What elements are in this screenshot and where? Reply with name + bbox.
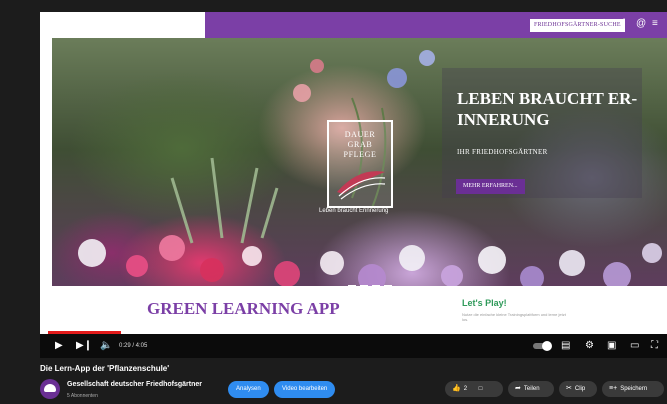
hero-subtitle: IHR FRIEDHOFSGÄRTNER xyxy=(457,148,548,156)
clip-label: Clip xyxy=(574,386,586,392)
channel-name[interactable]: Gesellschaft deutscher Friedhofsgärtner xyxy=(67,381,202,388)
learn-more-button: MEHR ERFAHREN... xyxy=(456,179,525,194)
save-label: Speichern xyxy=(620,386,648,392)
playlist-add-icon: ≡+ xyxy=(609,385,618,392)
lets-play-heading: Let's Play! xyxy=(462,298,507,308)
youtube-watch-page: FRIEDHOFSGÄRTNER-SUCHE f @ ≡ LEBEN BRAUC… xyxy=(0,0,667,404)
video-player[interactable]: FRIEDHOFSGÄRTNER-SUCHE f @ ≡ LEBEN BRAUC… xyxy=(40,12,667,358)
player-controls: ▶ ▶❙ 🔈 0:29 / 4:05 ▤ ⚙ ▣ ▭ ⛶ xyxy=(40,334,667,358)
autoplay-toggle[interactable] xyxy=(533,341,552,351)
gardener-search-button: FRIEDHOFSGÄRTNER-SUCHE xyxy=(530,19,625,32)
scissors-icon: ✂ xyxy=(566,385,572,392)
like-icon[interactable]: 👍 xyxy=(452,381,461,397)
logo-text: DAUER GRAB PFLEGE xyxy=(343,130,377,159)
like-count: 2 xyxy=(463,386,468,392)
miniplayer-icon[interactable]: ▣ xyxy=(607,339,616,353)
clip-button[interactable]: ✂ Clip xyxy=(559,381,597,397)
subtitles-icon[interactable]: ▤ xyxy=(561,339,570,353)
edit-video-button[interactable]: Video bearbeiten xyxy=(274,381,336,398)
slider-dot-1 xyxy=(348,285,356,286)
analytics-button[interactable]: Analysen xyxy=(228,381,269,398)
dauer-grab-pflege-logo: DAUER GRAB PFLEGE xyxy=(327,120,393,208)
app-title: GREEN LEARNING APP xyxy=(147,299,340,318)
like-dislike-group: 👍 2 □ xyxy=(445,381,503,397)
slider-dot-2 xyxy=(360,285,368,286)
subscriber-count: 5 Abonnenten xyxy=(67,393,98,399)
email-icon: @ xyxy=(636,18,647,29)
next-icon[interactable]: ▶❙ xyxy=(76,339,92,353)
leaf-swoosh-icon xyxy=(337,171,386,200)
menu-icon: ≡ xyxy=(652,18,658,29)
fullscreen-icon[interactable]: ⛶ xyxy=(651,339,658,353)
share-icon: ➦ xyxy=(515,385,521,392)
channel-avatar[interactable] xyxy=(40,379,60,399)
play-icon[interactable]: ▶ xyxy=(55,339,63,353)
video-title: Die Lern-App der 'Pflanzenschule' xyxy=(40,364,170,373)
site-topbar: FRIEDHOFSGÄRTNER-SUCHE f @ ≡ xyxy=(40,12,667,38)
facebook-icon: f xyxy=(622,18,625,29)
time-display: 0:29 / 4:05 xyxy=(119,343,148,349)
dislike-icon[interactable]: □ xyxy=(479,386,483,392)
share-label: Teilen xyxy=(523,386,540,392)
volume-icon[interactable]: 🔈 xyxy=(100,339,112,353)
hero-title: LEBEN BRAUCHT ER- INNERUNG xyxy=(457,89,638,129)
slider-dot-4 xyxy=(384,285,392,286)
lets-play-note: Nutze die einfache kleine Trainingsplatt… xyxy=(462,312,566,322)
logo-tagline: Leben braucht Erinnerung xyxy=(319,208,389,214)
share-button[interactable]: ➦ Teilen xyxy=(508,381,554,397)
video-frame: FRIEDHOFSGÄRTNER-SUCHE f @ ≡ LEBEN BRAUC… xyxy=(40,12,667,334)
save-button[interactable]: ≡+ Speichern xyxy=(602,381,664,397)
settings-icon[interactable]: ⚙ xyxy=(585,339,594,353)
hero-banner: LEBEN BRAUCHT ER- INNERUNG IHR FRIEDHOFS… xyxy=(52,38,667,286)
slider-dot-3 xyxy=(372,285,380,286)
theater-icon[interactable]: ▭ xyxy=(630,339,639,353)
